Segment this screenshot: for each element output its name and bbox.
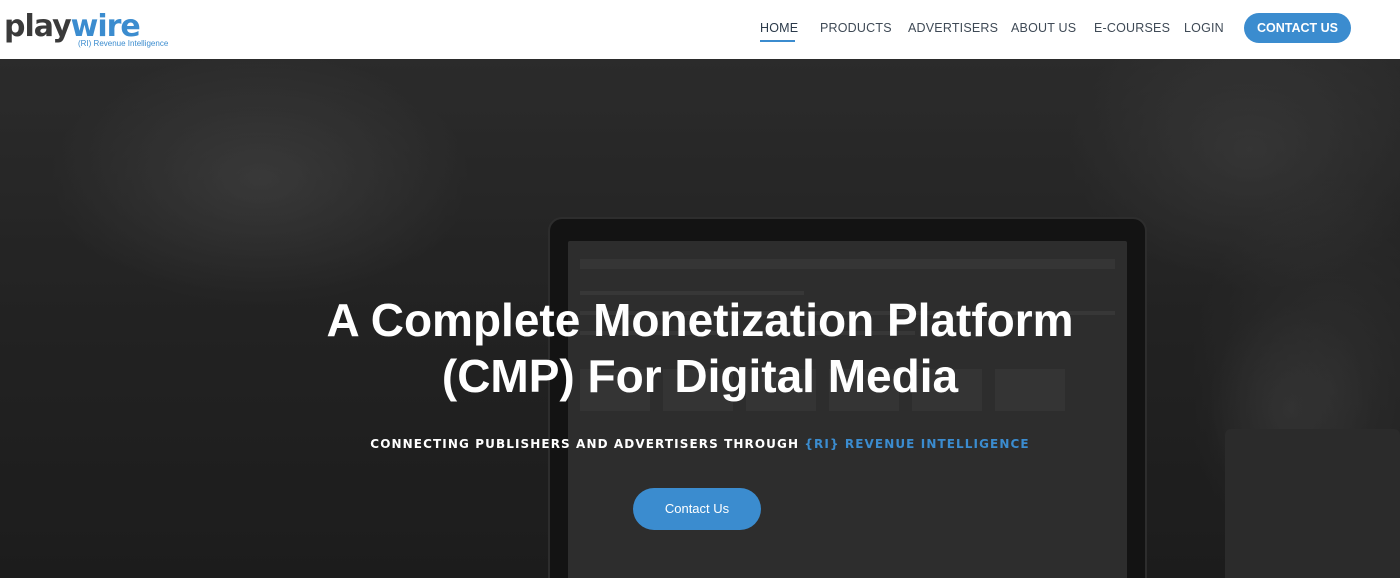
nav-item-e-courses[interactable]: E-COURSES [1094,21,1170,35]
hero-section: A Complete Monetization Platform (CMP) F… [0,59,1400,578]
nav-item-products[interactable]: PRODUCTS [820,21,892,35]
hero-contact-us-button[interactable]: Contact Us [633,488,761,530]
hero-subheadline: CONNECTING PUBLISHERS AND ADVERTISERS TH… [200,437,1200,451]
subheadline-text: CONNECTING PUBLISHERS AND ADVERTISERS TH… [370,437,805,451]
hero-headline-line2: (CMP) For Digital Media [441,350,959,402]
nav-item-advertisers[interactable]: ADVERTISERS [908,21,998,35]
nav-links: HOME PRODUCTS ADVERTISERS ABOUT US E-COU… [0,0,1400,59]
top-navigation-bar: playwire (RI) Revenue Intelligence HOME … [0,0,1400,59]
hero-content: A Complete Monetization Platform (CMP) F… [0,59,1400,578]
hero-headline: A Complete Monetization Platform (CMP) F… [200,292,1200,404]
nav-contact-us-button[interactable]: CONTACT US [1244,13,1351,43]
nav-item-about-us[interactable]: ABOUT US [1011,21,1076,35]
hero-headline-line1: A Complete Monetization Platform [326,294,1074,346]
active-nav-indicator [760,40,795,42]
subheadline-accent-text: {RI} REVENUE INTELLIGENCE [804,437,1030,451]
nav-item-home[interactable]: HOME [760,21,798,35]
nav-item-login[interactable]: LOGIN [1184,21,1224,35]
